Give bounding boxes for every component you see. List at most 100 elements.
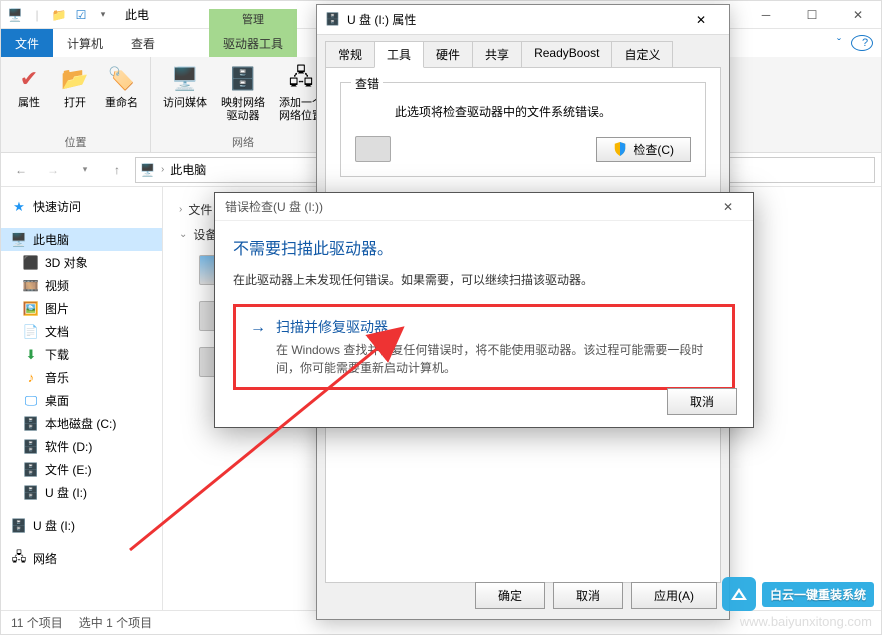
nav-usb-i[interactable]: 🗄️U 盘 (I:) <box>1 481 162 504</box>
chevron-right-icon: › <box>179 204 182 215</box>
rename-button[interactable]: 🏷️重命名 <box>101 61 142 112</box>
up-button[interactable]: ↑ <box>103 157 131 183</box>
scan-title: 扫描并修复驱动器 <box>276 317 718 337</box>
pc-icon: 🖥️ <box>140 163 155 177</box>
cancel-button[interactable]: 取消 <box>553 582 623 609</box>
download-icon: ⬇ <box>23 347 39 363</box>
error-check-dialog: 错误检查(U 盘 (I:)) ✕ 不需要扫描此驱动器。 在此驱动器上未发现任何错… <box>214 192 754 428</box>
quick-access-toolbar: 🖥️ | 📁 ☑ ▾ <box>1 5 117 25</box>
scan-description: 在 Windows 查找并修复任何错误时，将不能使用驱动器。该过程可能需要一段时… <box>276 341 718 377</box>
tab-tools[interactable]: 工具 <box>374 41 424 68</box>
nav-desktop[interactable]: 🖵桌面 <box>1 389 162 412</box>
map-drive-button[interactable]: 🗄️映射网络 驱动器 <box>217 61 269 125</box>
folder-icon[interactable]: 📁 <box>49 5 69 25</box>
tab-computer[interactable]: 计算机 <box>53 29 117 57</box>
nav-videos[interactable]: 🎞️视频 <box>1 274 162 297</box>
error-check-fieldset: 查错 此选项将检查驱动器中的文件系统错误。 检查(C) <box>340 82 706 177</box>
error-dialog-title: 错误检查(U 盘 (I:)) <box>225 198 323 215</box>
tab-hardware[interactable]: 硬件 <box>423 41 473 68</box>
error-dialog-body: 不需要扫描此驱动器。 在此驱动器上未发现任何错误。如果需要，可以继续扫描该驱动器… <box>215 221 753 404</box>
error-dialog-titlebar: 错误检查(U 盘 (I:)) ✕ <box>215 193 753 221</box>
nav-quick-access[interactable]: ★快速访问 <box>1 195 162 218</box>
ok-button[interactable]: 确定 <box>475 582 545 609</box>
media-icon: 🖥️ <box>169 63 201 95</box>
nav-3d-objects[interactable]: ⬛3D 对象 <box>1 251 162 274</box>
tab-custom[interactable]: 自定义 <box>611 41 673 68</box>
arrow-right-icon: → <box>250 317 266 377</box>
error-cancel-button[interactable]: 取消 <box>667 388 737 415</box>
dialog-buttons: 确定 取消 应用(A) <box>475 582 717 609</box>
dialog-title: U 盘 (I:) 属性 <box>347 11 681 28</box>
harddisk-icon <box>355 136 391 162</box>
maximize-button[interactable]: ☐ <box>789 1 835 29</box>
ribbon-collapse-icon[interactable]: ˇ <box>827 29 851 57</box>
nav-documents[interactable]: 📄文档 <box>1 320 162 343</box>
close-button[interactable]: ✕ <box>835 1 881 29</box>
nav-network[interactable]: 🖧网络 <box>1 547 162 570</box>
cube-icon: ⬛ <box>23 255 39 271</box>
scan-repair-option[interactable]: → 扫描并修复驱动器 在 Windows 查找并修复任何错误时，将不能使用驱动器… <box>233 304 735 390</box>
status-selected: 选中 1 个项目 <box>79 614 152 631</box>
nav-local-c[interactable]: 🗄️本地磁盘 (C:) <box>1 412 162 435</box>
nav-downloads[interactable]: ⬇下载 <box>1 343 162 366</box>
watermark: 白云一键重装系统 <box>722 577 874 611</box>
usb-icon: 🗄️ <box>23 485 39 501</box>
music-icon: ♪ <box>23 370 39 386</box>
dropdown-icon[interactable]: ▾ <box>93 5 113 25</box>
apply-button[interactable]: 应用(A) <box>631 582 717 609</box>
drive-icon: 🗄️ <box>23 439 39 455</box>
nav-doc-e[interactable]: 🗄️文件 (E:) <box>1 458 162 481</box>
tab-general[interactable]: 常规 <box>325 41 375 68</box>
properties-button[interactable]: ✔属性 <box>9 61 49 112</box>
chevron-down-icon: ⌄ <box>179 229 187 240</box>
video-icon: 🎞️ <box>23 278 39 294</box>
check-button[interactable]: 检查(C) <box>596 137 691 162</box>
nav-soft-d[interactable]: 🗄️软件 (D:) <box>1 435 162 458</box>
drive-small-icon: 🗄️ <box>325 12 341 28</box>
recent-button[interactable]: ▾ <box>71 157 99 183</box>
error-heading: 不需要扫描此驱动器。 <box>233 235 735 259</box>
qat-sep-icon: | <box>27 5 47 25</box>
watermark-url: www.baiyunxitong.com <box>740 614 872 629</box>
media-button[interactable]: 🖥️访问媒体 <box>159 61 211 112</box>
ribbon-group-network: 🖥️访问媒体 🗄️映射网络 驱动器 🖧添加一个 网络位置 网络 <box>151 57 336 152</box>
forward-button[interactable]: → <box>39 157 67 183</box>
tab-drive-tools[interactable]: 驱动器工具 <box>209 29 297 57</box>
tab-readyboost[interactable]: ReadyBoost <box>521 41 612 68</box>
star-icon: ★ <box>11 199 27 215</box>
dialog-titlebar: 🗄️ U 盘 (I:) 属性 ✕ <box>317 5 729 35</box>
drive-icon: 🗄️ <box>23 416 39 432</box>
map-drive-icon: 🗄️ <box>227 63 259 95</box>
usb-icon: 🗄️ <box>11 518 27 534</box>
nav-this-pc[interactable]: 🖥️此电脑 <box>1 228 162 251</box>
error-check-desc: 此选项将检查驱动器中的文件系统错误。 <box>395 103 691 120</box>
tab-file[interactable]: 文件 <box>1 29 53 57</box>
watermark-logo-icon <box>722 577 756 611</box>
breadcrumb-thispc[interactable]: 此电脑 <box>170 161 206 178</box>
open-icon: 📂 <box>59 63 91 95</box>
nav-usb-i-2[interactable]: 🗄️U 盘 (I:) <box>1 514 162 537</box>
shield-icon <box>613 142 627 156</box>
back-button[interactable]: ← <box>7 157 35 183</box>
dialog-tabs: 常规 工具 硬件 共享 ReadyBoost 自定义 <box>317 35 729 68</box>
network-icon: 🖧 <box>11 551 27 567</box>
check-icon[interactable]: ☑ <box>71 5 91 25</box>
picture-icon: 🖼️ <box>23 301 39 317</box>
open-button[interactable]: 📂打开 <box>55 61 95 112</box>
nav-pictures[interactable]: 🖼️图片 <box>1 297 162 320</box>
group-label-location: 位置 <box>9 132 142 150</box>
error-dialog-close[interactable]: ✕ <box>713 200 743 214</box>
window-controls: ─ ☐ ✕ <box>743 1 881 29</box>
pc-icon: 🖥️ <box>11 232 27 248</box>
help-icon[interactable]: ? <box>851 35 873 51</box>
rename-icon: 🏷️ <box>106 63 138 95</box>
error-description: 在此驱动器上未发现任何错误。如果需要，可以继续扫描该驱动器。 <box>233 271 735 288</box>
drive-icon: 🗄️ <box>23 462 39 478</box>
group-label-network: 网络 <box>159 132 327 150</box>
dialog-close-button[interactable]: ✕ <box>681 6 721 34</box>
nav-music[interactable]: ♪音乐 <box>1 366 162 389</box>
properties-icon: ✔ <box>13 63 45 95</box>
minimize-button[interactable]: ─ <box>743 1 789 29</box>
tab-sharing[interactable]: 共享 <box>472 41 522 68</box>
tab-view[interactable]: 查看 <box>117 29 169 57</box>
